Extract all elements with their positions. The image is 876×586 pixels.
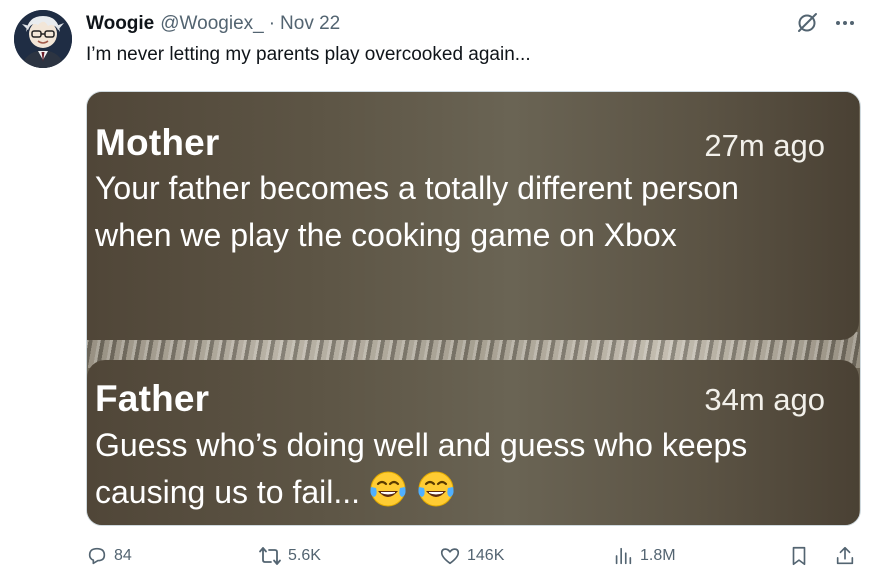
post-text: I’m never letting my parents play overco… bbox=[86, 44, 531, 65]
separator-dot: · bbox=[268, 13, 276, 34]
tweet-header: Woogie @Woogiex_ · Nov 22 bbox=[86, 10, 856, 38]
bookmark-icon bbox=[792, 546, 806, 566]
view-count: 1.8M bbox=[640, 547, 676, 564]
face-with-tears-of-joy-icon bbox=[418, 471, 454, 507]
views-button[interactable]: 1.8M bbox=[612, 545, 676, 567]
message-text-container: Guess who’s doing well and guess who kee… bbox=[95, 422, 815, 516]
post-image[interactable]: Mother 27m ago Your father becomes a tot… bbox=[86, 91, 861, 526]
like-count: 146K bbox=[467, 547, 505, 564]
message-time: 34m ago bbox=[704, 382, 825, 417]
author-name[interactable]: Woogie bbox=[86, 13, 154, 35]
message-time: 27m ago bbox=[704, 128, 825, 163]
avatar-illustration bbox=[14, 10, 72, 68]
message-bubble-father: Father 34m ago Guess who’s doing well an… bbox=[87, 360, 859, 525]
message-bubble-mother: Mother 27m ago Your father becomes a tot… bbox=[87, 92, 859, 340]
author-handle[interactable]: @Woogiex_ bbox=[160, 13, 263, 35]
share-button[interactable] bbox=[834, 545, 856, 567]
heart-icon bbox=[440, 548, 460, 565]
more-icon[interactable] bbox=[834, 12, 856, 34]
repost-count: 5.6K bbox=[288, 547, 321, 564]
grok-icon[interactable] bbox=[796, 12, 818, 34]
message-sender: Mother bbox=[95, 122, 220, 163]
repost-button[interactable]: 5.6K bbox=[258, 545, 321, 567]
face-with-tears-of-joy-icon bbox=[370, 471, 406, 507]
header-actions bbox=[796, 12, 856, 34]
post-date[interactable]: Nov 22 bbox=[280, 13, 340, 35]
avatar[interactable] bbox=[14, 10, 72, 68]
like-button[interactable]: 146K bbox=[439, 545, 504, 567]
message-sender: Father bbox=[95, 378, 210, 419]
reply-count: 84 bbox=[114, 547, 132, 564]
analytics-icon bbox=[615, 547, 632, 565]
reply-icon bbox=[88, 547, 106, 565]
bookmark-button[interactable] bbox=[788, 545, 810, 567]
repost-icon bbox=[259, 547, 281, 565]
message-text: Your father becomes a totally different … bbox=[95, 170, 739, 253]
reply-button[interactable]: 84 bbox=[86, 545, 132, 567]
action-bar: 84 5.6K 146K 1.8M bbox=[86, 545, 861, 575]
share-icon bbox=[836, 546, 854, 565]
